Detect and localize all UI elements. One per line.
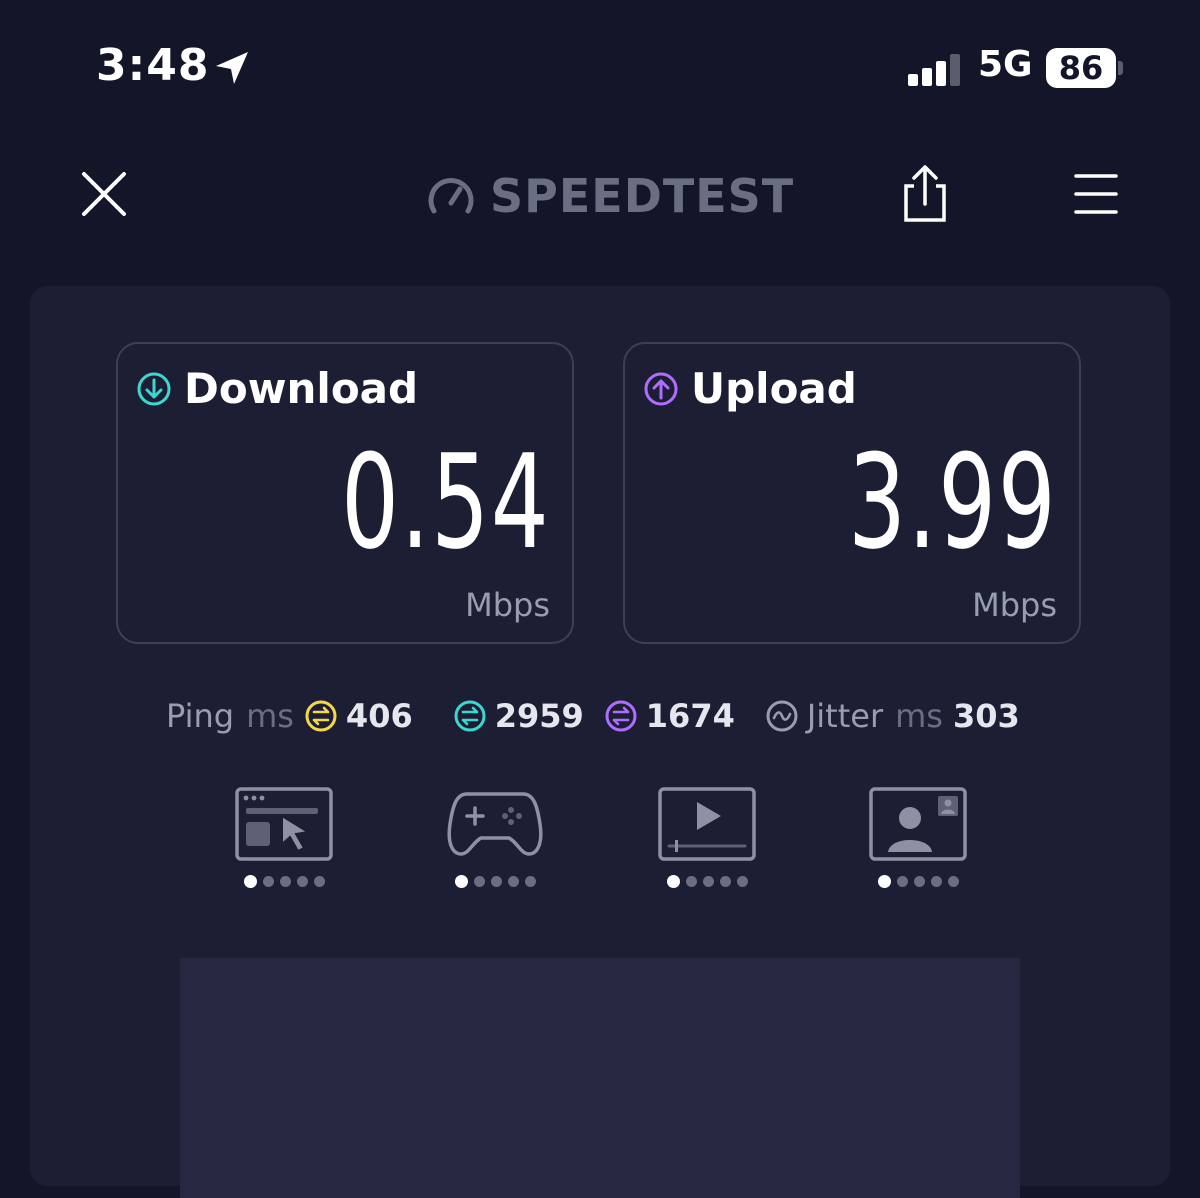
rating-dot (243, 875, 257, 888)
rating-dot (930, 876, 942, 887)
jitter-label: Jitter (806, 697, 884, 735)
ping-unit: ms (246, 697, 294, 735)
rating-dot (490, 876, 502, 887)
speedtest-logo: SPEEDTEST (426, 168, 794, 224)
battery-indicator: 86 (1046, 48, 1126, 88)
share-icon[interactable] (900, 164, 950, 224)
jitter-unit: ms (895, 697, 943, 735)
upload-panel: Upload 3.99 Mbps (623, 342, 1081, 644)
upload-value: 3.99 (847, 426, 1057, 578)
rating-dots (877, 875, 959, 888)
speedometer-icon (428, 178, 474, 214)
rating-dot (719, 876, 731, 887)
rating-dot (473, 876, 485, 887)
battery-level: 86 (1058, 49, 1104, 87)
cellular-signal-icon (908, 54, 960, 86)
battery-cap (1118, 61, 1123, 75)
rating-dots (454, 875, 536, 888)
network-type: 5G (978, 44, 1033, 85)
download-panel: Download 0.54 Mbps (116, 342, 574, 644)
rating-dot (896, 876, 908, 887)
rating-dot (507, 876, 519, 887)
latency-stats: Ping ms 406 2959 1674 Jitter ms 303 (166, 694, 1020, 738)
ping-upload-value: 1674 (645, 697, 735, 735)
rating-dot (524, 876, 536, 887)
ad-placeholder (180, 958, 1020, 1198)
ping-upload-icon (605, 700, 637, 732)
ping-download-icon (454, 700, 486, 732)
hamburger-menu-icon[interactable] (1072, 170, 1120, 218)
download-label: Download (184, 364, 419, 413)
ping-download-value: 2959 (494, 697, 584, 735)
download-unit: Mbps (465, 586, 550, 624)
activity-video-chat[interactable] (868, 786, 968, 896)
upload-unit: Mbps (972, 586, 1057, 624)
gaming-icon (447, 792, 543, 856)
status-time: 3:48 (96, 40, 210, 91)
activity-web-browsing[interactable] (234, 786, 334, 896)
rating-dot (296, 876, 308, 887)
rating-dot (685, 876, 697, 887)
ping-idle-icon (305, 700, 337, 732)
download-header: Download (136, 364, 418, 413)
ping-idle-value: 406 (345, 697, 413, 735)
upload-arrow-icon (644, 372, 678, 405)
web-browsing-icon (235, 787, 333, 861)
results-card: Download 0.54 Mbps Upload 3.99 Mbps Ping… (30, 286, 1170, 1198)
rating-dot (313, 876, 325, 887)
ping-label: Ping (166, 697, 235, 735)
video-chat-icon (869, 787, 967, 861)
rating-dot (702, 876, 714, 887)
rating-dot (454, 875, 468, 888)
activity-gaming[interactable] (445, 786, 545, 896)
rating-dots (666, 875, 748, 888)
rating-dot (736, 876, 748, 887)
rating-dot (262, 876, 274, 887)
activity-ratings (30, 786, 1170, 906)
rating-dot (947, 876, 959, 887)
video-streaming-icon (658, 787, 756, 861)
activity-video-streaming[interactable] (657, 786, 757, 896)
jitter-icon (766, 700, 798, 732)
rating-dot (877, 875, 891, 888)
location-arrow-icon (216, 52, 248, 84)
logo-text: SPEEDTEST (490, 169, 795, 223)
download-arrow-icon (137, 372, 171, 405)
rating-dot (279, 876, 291, 887)
upload-label: Upload (691, 364, 857, 413)
upload-header: Upload (643, 364, 857, 413)
rating-dots (243, 875, 325, 888)
jitter-value: 303 (952, 697, 1020, 735)
close-icon[interactable] (78, 168, 130, 220)
download-value: 0.54 (340, 426, 550, 578)
rating-dot (913, 876, 925, 887)
rating-dot (666, 875, 680, 888)
